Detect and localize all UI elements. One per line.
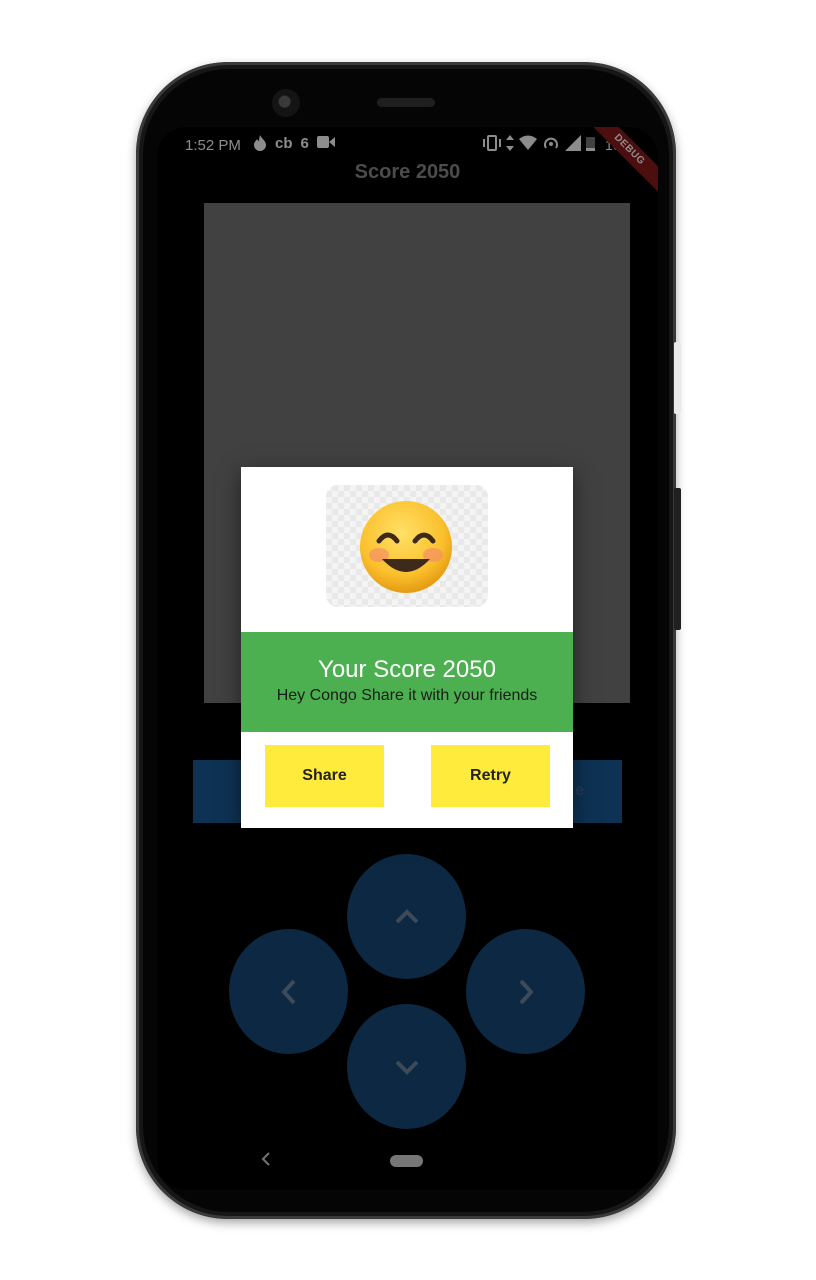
- score-dialog: Your Score 2050 Hey Congo Share it with …: [241, 467, 573, 828]
- score-title: Your Score 2050: [318, 656, 496, 683]
- smiling-face-icon: [360, 501, 452, 593]
- earpiece-speaker: [377, 98, 435, 107]
- retry-button[interactable]: Retry: [431, 745, 550, 807]
- emoji-image: [326, 485, 488, 607]
- power-button: [674, 488, 681, 630]
- volume-button: [674, 342, 681, 414]
- score-message: Hey Congo Share it with your friends: [276, 687, 538, 704]
- share-button[interactable]: Share: [265, 745, 384, 807]
- front-camera: [272, 89, 300, 117]
- phone-screen: 1:52 PM cb 6 10% DEBUG Score 2050 e: [157, 127, 658, 1190]
- score-banner: Your Score 2050 Hey Congo Share it with …: [241, 632, 573, 732]
